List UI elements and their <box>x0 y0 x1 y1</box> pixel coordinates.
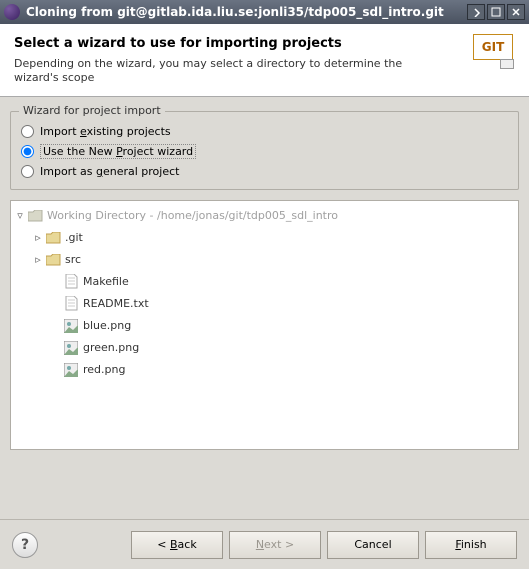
tree-item-label: .git <box>65 231 83 244</box>
tree-item-readme[interactable]: README.txt <box>13 293 516 315</box>
tree-item-label: Makefile <box>83 275 129 288</box>
collapse-icon[interactable]: ▿ <box>13 209 27 222</box>
tree-root[interactable]: ▿ Working Directory - /home/jonas/git/td… <box>13 205 516 227</box>
tree-item-blue-png[interactable]: blue.png <box>13 315 516 337</box>
radio-new-project-wizard[interactable]: Use the New Project wizard <box>21 141 508 162</box>
folder-icon <box>45 230 61 246</box>
file-icon <box>63 296 79 312</box>
group-title: Wizard for project import <box>19 104 165 117</box>
tree-item-src[interactable]: ▹ src <box>13 249 516 271</box>
finish-button[interactable]: Finish <box>425 531 517 559</box>
git-logo: GIT <box>473 34 517 78</box>
expand-icon[interactable]: ▹ <box>31 231 45 244</box>
wizard-header: Select a wizard to use for importing pro… <box>0 24 529 97</box>
radio-label-existing: Import existing projects <box>40 125 171 138</box>
tree-item-label: README.txt <box>83 297 149 310</box>
image-icon <box>63 362 79 378</box>
tree-item-green-png[interactable]: green.png <box>13 337 516 359</box>
radio-input-existing[interactable] <box>21 125 34 138</box>
tree-root-label: Working Directory - /home/jonas/git/tdp0… <box>47 209 338 222</box>
image-icon <box>63 318 79 334</box>
tree-item-label: src <box>65 253 81 266</box>
expand-icon[interactable]: ▹ <box>31 253 45 266</box>
window-title: Cloning from git@gitlab.ida.liu.se:jonli… <box>26 5 465 19</box>
app-icon <box>4 4 20 20</box>
tree-item-git[interactable]: ▹ .git <box>13 227 516 249</box>
folder-icon <box>27 208 43 224</box>
minimize-button[interactable] <box>467 4 485 20</box>
file-icon <box>63 274 79 290</box>
radio-input-general[interactable] <box>21 165 34 178</box>
close-button[interactable] <box>507 4 525 20</box>
window-titlebar: Cloning from git@gitlab.ida.liu.se:jonli… <box>0 0 529 24</box>
tree-item-label: red.png <box>83 363 125 376</box>
tree-item-red-png[interactable]: red.png <box>13 359 516 381</box>
next-button: Next > <box>229 531 321 559</box>
tree-item-label: green.png <box>83 341 139 354</box>
wizard-footer: ? < Back Next > Cancel Finish <box>0 519 529 569</box>
image-icon <box>63 340 79 356</box>
radio-general-project[interactable]: Import as general project <box>21 162 508 181</box>
tree-item-label: blue.png <box>83 319 131 332</box>
page-description: Depending on the wizard, you may select … <box>14 57 434 86</box>
wizard-group: Wizard for project import Import existin… <box>10 111 519 190</box>
help-button[interactable]: ? <box>12 532 38 558</box>
directory-tree[interactable]: ▿ Working Directory - /home/jonas/git/td… <box>10 200 519 450</box>
page-title: Select a wizard to use for importing pro… <box>14 36 515 51</box>
cancel-button[interactable]: Cancel <box>327 531 419 559</box>
maximize-button[interactable] <box>487 4 505 20</box>
wizard-content: Wizard for project import Import existin… <box>0 97 529 458</box>
radio-label-general: Import as general project <box>40 165 179 178</box>
back-button[interactable]: < Back <box>131 531 223 559</box>
tree-item-makefile[interactable]: Makefile <box>13 271 516 293</box>
radio-existing-projects[interactable]: Import existing projects <box>21 122 508 141</box>
radio-label-new-project: Use the New Project wizard <box>40 144 196 159</box>
folder-icon <box>45 252 61 268</box>
radio-input-new-project[interactable] <box>21 145 34 158</box>
